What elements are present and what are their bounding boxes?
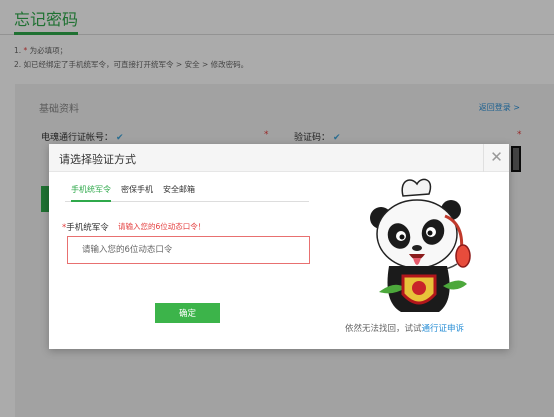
token-field-label: *手机统军令 [62, 223, 109, 233]
token-input[interactable] [67, 236, 310, 264]
tab-mobile-token[interactable]: 手机统军令 [71, 184, 111, 202]
dialog-footer: 依然无法找回，试试通行证申诉 [345, 324, 465, 334]
verify-method-dialog: 请选择验证方式 ✕ 手机统军令 密保手机 安全邮箱 *手机统军令 请输入您的6位… [49, 144, 509, 349]
account-appeal-link[interactable]: 通行证申诉 [422, 324, 465, 334]
tab-security-email[interactable]: 安全邮箱 [163, 184, 195, 202]
panda-mascot-icon [370, 178, 471, 312]
tab-security-phone[interactable]: 密保手机 [121, 184, 153, 202]
confirm-button[interactable]: 确定 [155, 303, 220, 323]
token-error-message: 请输入您的6位动态口令！ [118, 222, 206, 231]
dialog-title: 请选择验证方式 [59, 153, 136, 166]
verify-tabs: 手机统军令 密保手机 安全邮箱 [65, 184, 309, 202]
dialog-header: 请选择验证方式 ✕ [49, 144, 509, 172]
close-icon[interactable]: ✕ [483, 144, 509, 172]
